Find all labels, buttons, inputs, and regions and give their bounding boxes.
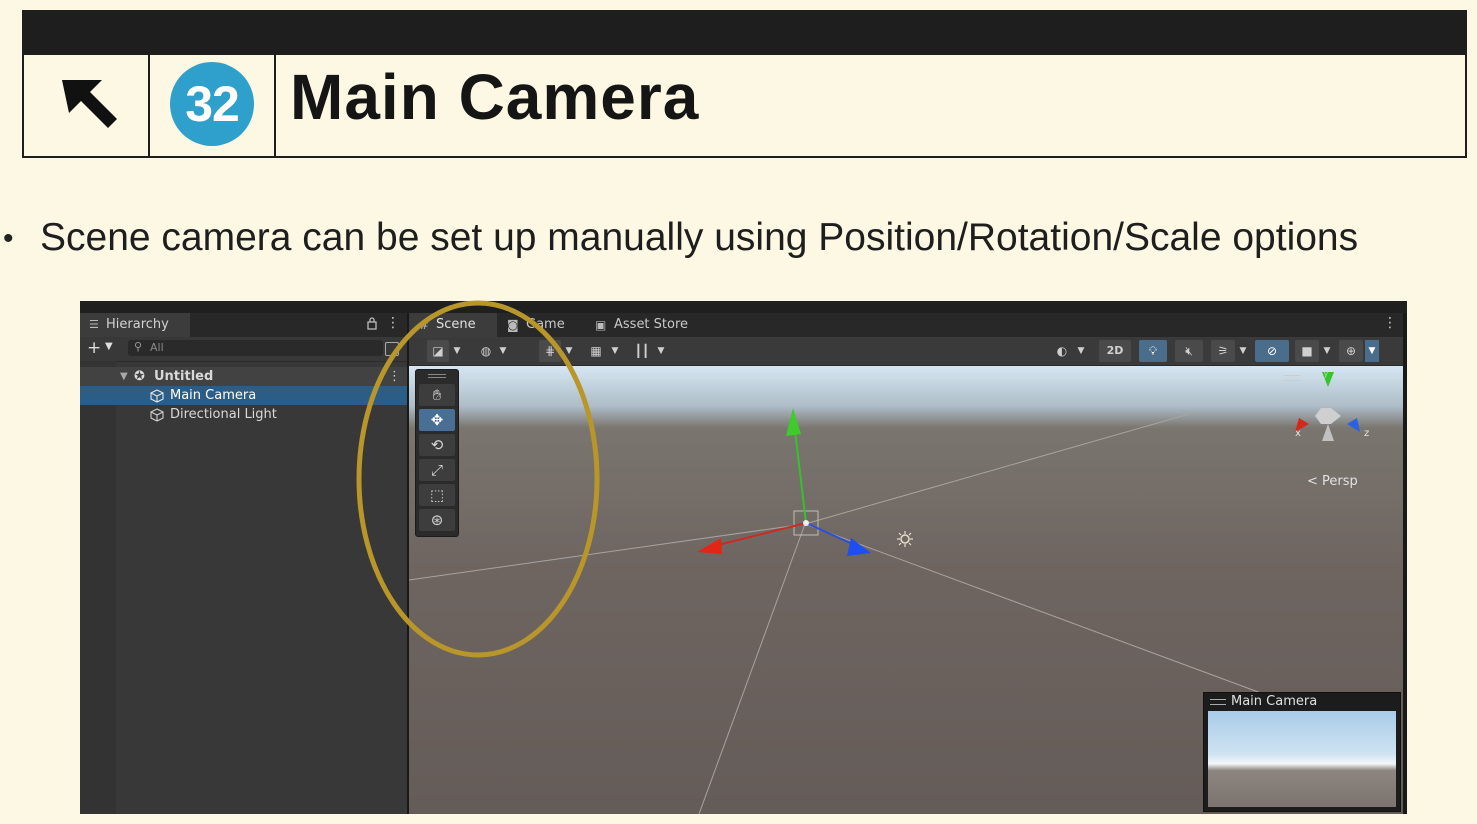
chevron-left-icon: <	[1307, 474, 1318, 489]
scene-viewport[interactable]: y x z < Persp ✋︎ ✥ ⟲ ⤢ ⬚ ⊛ Main Camera	[409, 366, 1403, 814]
y-axis-arrow[interactable]	[786, 408, 801, 436]
gizmo-draw-mode-icon[interactable]: ◪	[427, 340, 449, 362]
sun-icon[interactable]	[897, 531, 913, 547]
back-arrow-cell[interactable]	[24, 54, 150, 156]
bag-icon: ▣	[595, 318, 607, 332]
tab-asset-store[interactable]: ▣ Asset Store	[587, 313, 697, 337]
tab-asset-store-label: Asset Store	[614, 317, 689, 332]
fold-arrow-icon[interactable]: ▼	[120, 367, 128, 386]
bullet-dot-icon: •	[3, 222, 14, 255]
lock-icon[interactable]	[366, 316, 378, 330]
hierarchy-panel: ☰ Hierarchy ⋮ + ▼ ⚲ All ▼ ✪ Untitled ⋮ M…	[80, 313, 407, 814]
scene-row[interactable]: ▼ ✪ Untitled ⋮	[80, 367, 407, 386]
lighting-toggle-icon[interactable]: 💡︎	[1139, 340, 1167, 362]
chevron-down-icon[interactable]: ▼	[497, 340, 509, 362]
add-object-icon[interactable]: +	[87, 338, 101, 358]
search-options-icon[interactable]	[385, 342, 399, 356]
search-icon: ⚲	[134, 340, 143, 353]
axis-y-label: y	[1323, 368, 1329, 379]
grip-icon[interactable]	[428, 374, 446, 378]
scene-panel: # Scene ◙ Game ▣ Asset Store ⋮ ◪ ▼ ◍ ▼ ⋕…	[409, 313, 1403, 814]
hierarchy-item-main-camera[interactable]: Main Camera	[80, 386, 407, 405]
hierarchy-kebab-icon[interactable]: ⋮	[386, 315, 400, 331]
title-box: 32 Main Camera	[22, 54, 1467, 158]
hierarchy-toolbar: + ▼ ⚲ All	[80, 337, 407, 362]
scene-kebab-icon[interactable]: ⋮	[388, 367, 401, 386]
chevron-down-icon[interactable]: ▼	[655, 340, 667, 362]
arrow-up-left-icon[interactable]	[24, 54, 148, 156]
grip-icon[interactable]	[1210, 699, 1226, 705]
chevron-down-icon[interactable]: ▼	[1365, 340, 1379, 362]
slide-number-cell: 32	[150, 54, 276, 156]
projection-label: Persp	[1322, 474, 1358, 489]
z-axis-arrow[interactable]	[847, 538, 871, 556]
chevron-down-icon[interactable]: ▼	[105, 341, 113, 352]
editor-top-strip	[80, 301, 1407, 313]
projection-toggle[interactable]: < Persp	[1307, 474, 1358, 489]
gizmos-icon[interactable]: ⊕	[1339, 340, 1363, 362]
audio-toggle-icon[interactable]: 🔇︎	[1175, 340, 1203, 362]
gizmo-menu-icon[interactable]	[1284, 375, 1300, 381]
tab-scene-label: Scene	[436, 317, 476, 332]
hierarchy-item-directional-light[interactable]: Directional Light	[80, 405, 407, 424]
slide-number-badge: 32	[170, 62, 254, 146]
tab-hierarchy[interactable]: ☰ Hierarchy	[80, 313, 190, 337]
axis-x-label: x	[1295, 428, 1301, 439]
gamepad-icon: ◙	[507, 318, 519, 332]
cube-icon	[150, 408, 164, 422]
cube-icon	[150, 389, 164, 403]
x-axis-arrow[interactable]	[697, 538, 722, 554]
grid-snap-icon[interactable]: ▦	[585, 340, 607, 362]
ruler-icon[interactable]: ┃┃	[631, 340, 653, 362]
header-bar	[22, 10, 1467, 55]
camera-preview: Main Camera	[1203, 692, 1401, 812]
orientation-gizmo[interactable]: y x z	[1295, 368, 1369, 441]
camera-settings-icon[interactable]: ■	[1295, 340, 1319, 362]
tab-scene[interactable]: # Scene	[409, 313, 497, 337]
bullet-text: Scene camera can be set up manually usin…	[40, 216, 1359, 259]
scene-toolbar: ◪ ▼ ◍ ▼ ⋕ ▼ ▦ ▼ ┃┃ ▼ ◐ ▼ 2D 💡︎ 🔇︎ ⚞ ▼ ⊘ …	[409, 337, 1403, 366]
unity-editor-screenshot: ☰ Hierarchy ⋮ + ▼ ⚲ All ▼ ✪ Untitled ⋮ M…	[80, 301, 1407, 814]
tab-game[interactable]: ◙ Game	[499, 313, 585, 337]
tab-game-label: Game	[526, 317, 565, 332]
chevron-down-icon[interactable]: ▼	[1237, 340, 1249, 362]
hand-icon[interactable]: ✋︎	[419, 384, 455, 406]
hierarchy-tabbar: ☰ Hierarchy ⋮	[80, 313, 407, 337]
tab-hierarchy-label: Hierarchy	[106, 317, 169, 332]
camera-preview-title: Main Camera	[1231, 694, 1318, 709]
scene-grid-icon: #	[419, 318, 430, 332]
scene-name: Untitled	[154, 369, 214, 384]
hierarchy-tree: ▼ ✪ Untitled ⋮ Main Camera Directional L…	[80, 361, 407, 814]
hierarchy-search-placeholder: All	[150, 341, 164, 354]
rotate-icon[interactable]: ⟲	[419, 434, 455, 456]
chevron-down-icon[interactable]: ▼	[563, 340, 575, 362]
hierarchy-item-label: Main Camera	[170, 388, 257, 403]
scale-icon[interactable]: ⤢	[419, 459, 455, 481]
rect-icon[interactable]: ⬚	[419, 484, 455, 506]
shading-mode-icon[interactable]: ◐	[1051, 340, 1073, 362]
unity-scene-icon: ✪	[134, 369, 145, 384]
chevron-down-icon[interactable]: ▼	[609, 340, 621, 362]
toggle-2d-button[interactable]: 2D	[1099, 340, 1131, 362]
axis-z-label: z	[1364, 428, 1369, 439]
snap-increment-icon[interactable]: ⋕	[539, 340, 561, 362]
camera-preview-image	[1208, 711, 1396, 807]
transform-icon[interactable]: ⊛	[419, 509, 455, 531]
move-arrows-icon[interactable]: ✥	[419, 409, 455, 431]
chevron-down-icon[interactable]: ▼	[1321, 340, 1333, 362]
effects-icon[interactable]: ⚞	[1211, 340, 1235, 362]
tool-palette: ✋︎ ✥ ⟲ ⤢ ⬚ ⊛	[415, 369, 459, 537]
hierarchy-item-label: Directional Light	[170, 407, 277, 422]
slide-title: Main Camera	[290, 61, 700, 133]
scene-kebab-icon[interactable]: ⋮	[1383, 315, 1397, 331]
scene-visibility-icon[interactable]: ⊘	[1255, 340, 1289, 362]
hierarchy-search-input[interactable]: ⚲ All	[128, 340, 383, 356]
list-icon: ☰	[89, 318, 99, 331]
chevron-down-icon[interactable]: ▼	[1075, 340, 1087, 362]
scene-tabbar: # Scene ◙ Game ▣ Asset Store ⋮	[409, 313, 1403, 337]
chevron-down-icon[interactable]: ▼	[451, 340, 463, 362]
globe-icon[interactable]: ◍	[475, 340, 497, 362]
